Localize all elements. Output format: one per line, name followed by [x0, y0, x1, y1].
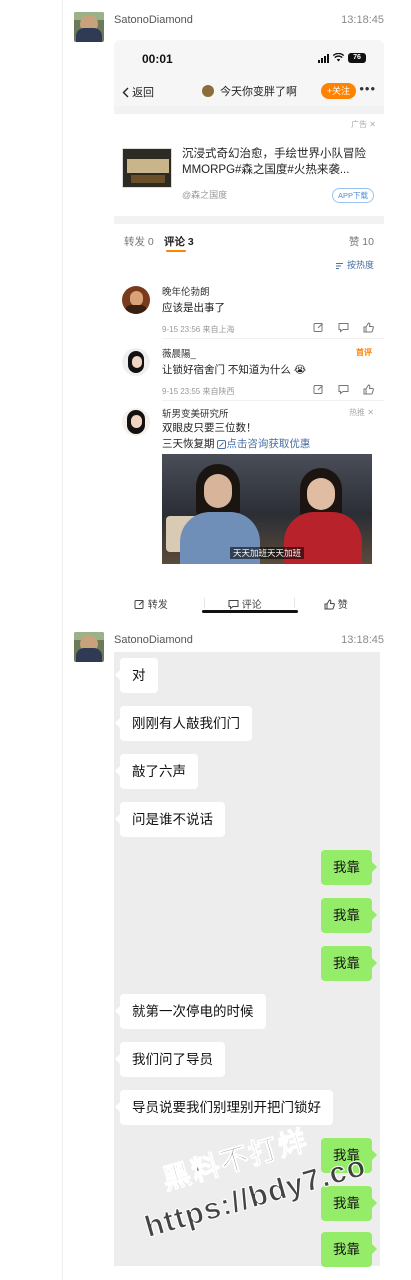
ad-title[interactable]: 沉浸式奇幻治愈，手绘世界小队冒险MMORPG#森之国度#火热来袭... — [182, 146, 377, 178]
username[interactable]: SatonoDiamond — [114, 14, 193, 26]
comment-actions — [313, 322, 374, 333]
comment-icon — [228, 600, 239, 610]
tab-bar: 转发 0 评论 3 赞 10 — [114, 226, 384, 252]
message-bubble-received: 就第一次停电的时候 — [115, 994, 266, 1029]
nav-title-text: 今天你变胖了啊 — [220, 86, 297, 98]
timestamp: 13:18:45 — [341, 634, 384, 646]
message-bubble-sent: 我靠 — [321, 1186, 377, 1221]
avatar[interactable] — [74, 12, 104, 42]
like-icon[interactable] — [363, 322, 374, 333]
repost-button[interactable]: 转发 — [134, 596, 168, 611]
ad-image[interactable] — [122, 148, 172, 188]
message-bubble-received: 敲了六声 — [115, 754, 198, 789]
commenter-avatar[interactable] — [122, 286, 150, 314]
post-header: SatonoDiamond 13:18:45 — [74, 12, 384, 42]
repost-icon — [134, 600, 144, 609]
message-bubble-received: 问是谁不说话 — [115, 802, 225, 837]
divider-band — [114, 106, 384, 114]
app-download-button[interactable]: APP下载 — [331, 188, 374, 203]
commenter-name[interactable]: 晚年伦勃朗 — [162, 284, 210, 298]
commenter-avatar[interactable] — [122, 348, 150, 376]
comment-actions — [313, 384, 374, 395]
separator — [294, 598, 295, 608]
tab-indicator — [166, 250, 186, 252]
nav-bar: 返回 今天你变胖了啊 +关注 ••• — [114, 76, 384, 106]
comment-text-line2: 三天恢复期 点击咨询获取优惠 — [162, 438, 311, 450]
sort-icon — [336, 262, 344, 270]
message-bubble-sent: 我靠 — [321, 1138, 377, 1173]
tab-comment[interactable]: 评论 3 — [164, 234, 194, 249]
divider-band — [114, 216, 384, 224]
left-divider — [62, 0, 63, 1280]
nav-title: 今天你变胖了啊 — [202, 83, 297, 99]
comment-item: 晚年伦勃朗 应该是出事了 9-15 23:56 来自上海 — [114, 282, 384, 339]
commenter-avatar[interactable] — [122, 408, 150, 436]
divider — [162, 338, 384, 339]
back-button[interactable]: 返回 — [122, 84, 154, 100]
message-bubble-received: 刚刚有人敲我们门 — [115, 706, 252, 741]
video-subtitle: 天天加班天天加班 — [162, 547, 372, 559]
comment-meta: 9-15 23:55 来自陕西 — [162, 387, 235, 396]
comment-item: 薇晨陽_ 首评 让锁好宿舍门 不知道为什么 😭 9-15 23:55 来自陕西 — [114, 344, 384, 401]
comment-button[interactable]: 评论 — [228, 596, 262, 611]
phone-status-bar: 00:01 76 — [114, 40, 384, 76]
commenter-name[interactable]: 薇晨陽_ — [162, 346, 196, 360]
ad-card[interactable]: 广告 ✕ 沉浸式奇幻治愈，手绘世界小队冒险MMORPG#森之国度#火热来袭...… — [114, 114, 384, 214]
divider — [162, 400, 384, 401]
repost-icon[interactable] — [313, 322, 324, 333]
tab-likes[interactable]: 赞 10 — [349, 234, 374, 249]
separator — [204, 598, 205, 608]
promoted-tag[interactable]: 热推 ✕ — [349, 407, 374, 418]
follow-button[interactable]: +关注 — [320, 83, 356, 99]
repost-icon[interactable] — [313, 384, 324, 395]
back-label: 返回 — [132, 87, 155, 99]
ad-source: @森之国度 — [182, 190, 228, 200]
promoted-comment: 斩男变美研究所 热推 ✕ 双眼皮只要三位数！ 三天恢复期 点击咨询获取优惠 天天… — [114, 404, 384, 584]
user-avatar-icon — [202, 85, 214, 97]
chevron-left-icon — [122, 87, 129, 98]
post-1: SatonoDiamond 13:18:45 00:01 76 返回 今天你变胖… — [74, 12, 384, 620]
like-button[interactable]: 赞 — [324, 596, 348, 611]
more-icon[interactable]: ••• — [359, 81, 376, 96]
comment-text: 让锁好宿舍门 不知道为什么 😭 — [162, 364, 307, 376]
message-bubble-sent: 我靠 — [321, 946, 377, 981]
username[interactable]: SatonoDiamond — [114, 634, 193, 646]
commenter-name[interactable]: 斩男变美研究所 — [162, 406, 229, 420]
timestamp: 13:18:45 — [341, 14, 384, 26]
promo-link[interactable]: 点击咨询获取优惠 — [217, 438, 310, 450]
signal-icon — [318, 54, 329, 63]
message-bubble-sent: 我靠 — [321, 1232, 377, 1267]
comment-icon[interactable] — [338, 322, 349, 333]
comment-text: 应该是出事了 — [162, 302, 225, 314]
comment-icon[interactable] — [338, 384, 349, 395]
weibo-screenshot: 00:01 76 返回 今天你变胖了啊 +关注 ••• 广告 ✕ 沉浸式奇幻治愈… — [114, 40, 384, 620]
first-comment-badge: 首评 — [356, 348, 372, 357]
status-time: 00:01 — [142, 52, 173, 66]
battery-icon: 76 — [348, 53, 366, 63]
like-icon — [324, 599, 335, 610]
tab-repost[interactable]: 转发 0 — [124, 234, 154, 249]
message-bubble-received: 对 — [115, 658, 158, 693]
like-icon[interactable] — [363, 384, 374, 395]
ad-tag[interactable]: 广告 ✕ — [351, 119, 376, 130]
sort-by-hot[interactable]: 按热度 — [335, 258, 374, 271]
comment-text-line1: 双眼皮只要三位数！ — [162, 422, 257, 434]
home-indicator — [202, 610, 298, 613]
message-bubble-sent: 我靠 — [321, 898, 377, 933]
wifi-icon — [333, 51, 344, 63]
comment-meta: 9-15 23:56 来自上海 — [162, 325, 235, 334]
avatar[interactable] — [74, 632, 104, 662]
message-bubble-sent: 我靠 — [321, 850, 377, 885]
crying-emoji-icon: 😭 — [293, 364, 307, 376]
message-bubble-received: 我们问了导员 — [115, 1042, 225, 1077]
message-bubble-received: 导员说要我们别理别开把门锁好 — [115, 1090, 333, 1125]
promo-video[interactable]: 天天加班天天加班 — [162, 454, 372, 564]
chat-screenshot: 对 刚刚有人敲我们门 敲了六声 问是谁不说话 我靠 我靠 我靠 就第一次停电的时… — [114, 652, 380, 1267]
